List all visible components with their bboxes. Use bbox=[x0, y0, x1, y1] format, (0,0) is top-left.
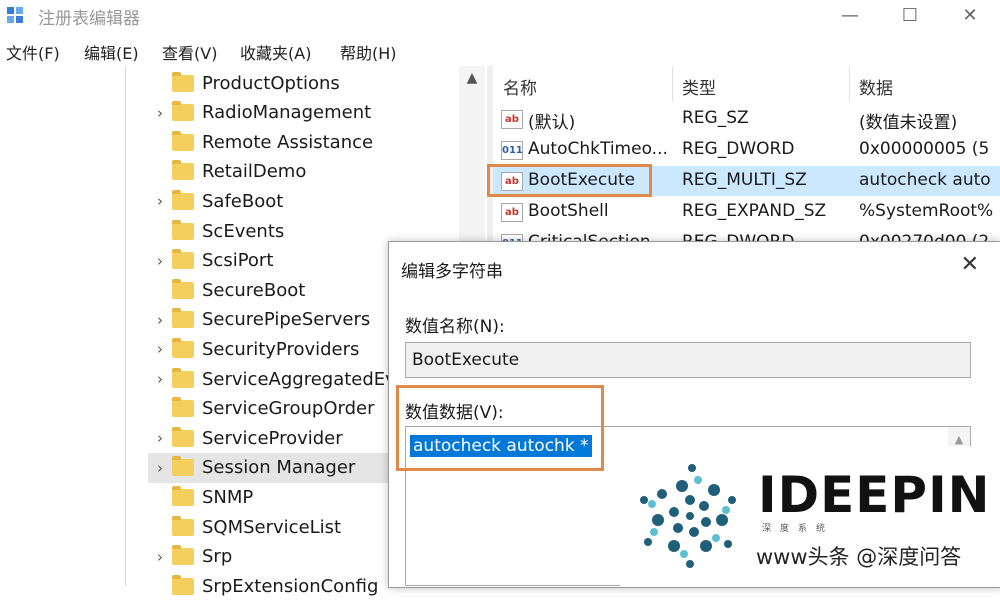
column-header-data[interactable]: 数据 bbox=[859, 74, 893, 99]
value-name-label: 数值名称(N): bbox=[405, 317, 505, 337]
title-bar: 注册表编辑器 — ☐ ✕ bbox=[0, 0, 1000, 30]
value-type-cell: REG_DWORD bbox=[682, 139, 795, 159]
tree-node-label: ServiceGroupOrder bbox=[202, 398, 375, 420]
value-data-highlight-box bbox=[396, 385, 604, 471]
value-type-cell: REG_MULTI_SZ bbox=[682, 170, 807, 190]
value-name-cell: BootShell bbox=[528, 201, 609, 221]
value-name-field[interactable]: BootExecute bbox=[405, 342, 971, 378]
expand-arrow-icon[interactable]: › bbox=[148, 370, 172, 388]
value-data-cell: %SystemRoot% bbox=[859, 201, 994, 221]
tree-node-label: SNMP bbox=[202, 486, 254, 508]
value-data-cell: autocheck auto bbox=[859, 170, 991, 190]
scroll-up-icon[interactable]: ▲ bbox=[459, 70, 485, 86]
menu-edit[interactable]: 编辑(E) bbox=[84, 40, 139, 64]
dialog-title: 编辑多字符串 bbox=[401, 262, 503, 282]
folder-icon bbox=[172, 160, 194, 181]
value-name-cell: (默认) bbox=[528, 113, 576, 133]
bootexecute-highlight-box bbox=[487, 164, 652, 197]
folder-icon bbox=[172, 397, 194, 418]
column-divider[interactable] bbox=[672, 66, 673, 102]
folder-icon bbox=[172, 189, 194, 210]
tree-node[interactable]: › RadioManagement bbox=[148, 98, 483, 128]
menu-view[interactable]: 查看(V) bbox=[162, 40, 217, 64]
folder-icon bbox=[172, 574, 194, 595]
value-data-cell: 0x00000005 (5 bbox=[859, 139, 990, 159]
tree-node[interactable]: ProductOptions bbox=[148, 68, 483, 98]
expand-arrow-icon[interactable]: › bbox=[148, 429, 172, 447]
tree-node-label: ServiceAggregatedEv bbox=[202, 368, 396, 390]
folder-icon bbox=[172, 71, 194, 92]
tree-node-label: Remote Assistance bbox=[202, 131, 374, 153]
folder-icon bbox=[172, 278, 194, 299]
folder-icon bbox=[172, 485, 194, 506]
tree-node-label: SQMServiceList bbox=[202, 516, 342, 538]
folder-icon bbox=[172, 426, 194, 447]
ideepin-watermark: IDEEPIN 深度系统 www头条 @深度问答 bbox=[620, 446, 1000, 586]
expand-arrow-icon[interactable]: › bbox=[148, 104, 172, 122]
value-row[interactable]: ab (默认) REG_SZ (数值未设置) bbox=[493, 104, 1000, 134]
column-header-type[interactable]: 类型 bbox=[682, 74, 716, 99]
column-divider[interactable] bbox=[849, 66, 850, 102]
expand-arrow-icon[interactable]: › bbox=[148, 311, 172, 329]
tree-node-label: SecurityProviders bbox=[202, 338, 360, 360]
expand-arrow-icon[interactable]: › bbox=[148, 252, 172, 270]
tree-node-label: Srp bbox=[202, 546, 233, 568]
brand-wordmark: IDEEPIN bbox=[758, 466, 991, 524]
expand-arrow-icon[interactable]: › bbox=[148, 192, 172, 210]
value-data-cell: (数值未设置) bbox=[859, 113, 958, 133]
menu-help[interactable]: 帮助(H) bbox=[340, 40, 397, 64]
window-title: 注册表编辑器 bbox=[38, 9, 140, 29]
expand-arrow-icon[interactable]: › bbox=[148, 548, 172, 566]
tree-node-label: ServiceProvider bbox=[202, 427, 343, 449]
tree-node[interactable]: › SafeBoot bbox=[148, 186, 483, 216]
brand-subtext: 深度系统 bbox=[762, 524, 835, 534]
menu-favorites[interactable]: 收藏夹(A) bbox=[240, 40, 311, 64]
folder-icon bbox=[172, 367, 194, 388]
tree-node-label: Session Manager bbox=[202, 457, 356, 479]
folder-icon bbox=[172, 249, 194, 270]
tree-node[interactable]: RetailDemo bbox=[148, 157, 483, 187]
tree-node-label: SecurePipeServers bbox=[202, 309, 371, 331]
minimize-button[interactable]: — bbox=[820, 0, 880, 30]
value-name-text: BootExecute bbox=[412, 350, 520, 370]
folder-icon bbox=[172, 456, 194, 477]
tree-guide-line bbox=[125, 66, 126, 586]
tree-node-label: ProductOptions bbox=[202, 72, 340, 94]
menu-bar: 文件(F) 编辑(E) 查看(V) 收藏夹(A) 帮助(H) bbox=[0, 36, 1000, 64]
watermark-credit: www头条 @深度问答 bbox=[756, 545, 962, 569]
tree-node-label: SrpExtensionConfig bbox=[202, 575, 379, 597]
tree-node-label: RetailDemo bbox=[202, 161, 307, 183]
tree-node-label: RadioManagement bbox=[202, 102, 372, 124]
regedit-app-icon bbox=[7, 7, 23, 23]
folder-icon bbox=[172, 130, 194, 151]
value-type-cell: REG_SZ bbox=[682, 108, 749, 128]
folder-icon bbox=[172, 219, 194, 240]
folder-icon bbox=[172, 515, 194, 536]
value-row[interactable]: ab BootShell REG_EXPAND_SZ %SystemRoot% bbox=[493, 197, 1000, 227]
dialog-close-icon[interactable]: ✕ bbox=[961, 252, 979, 277]
binary-value-icon: 011 bbox=[501, 141, 523, 160]
ideepin-spiral-logo-icon bbox=[640, 464, 736, 568]
tree-node-label: SafeBoot bbox=[202, 190, 284, 212]
string-value-icon: ab bbox=[501, 203, 523, 222]
tree-node-label: ScsiPort bbox=[202, 250, 274, 272]
tree-node-label: SecureBoot bbox=[202, 279, 306, 301]
menu-file[interactable]: 文件(F) bbox=[6, 40, 60, 64]
expand-arrow-icon[interactable]: › bbox=[148, 459, 172, 477]
textarea-scroll-up-icon[interactable]: ▲ bbox=[948, 433, 970, 446]
value-type-cell: REG_EXPAND_SZ bbox=[682, 201, 827, 221]
maximize-button[interactable]: ☐ bbox=[880, 0, 940, 30]
expand-arrow-icon[interactable]: › bbox=[148, 340, 172, 358]
value-name-cell: AutoChkTimeo... bbox=[528, 139, 668, 159]
folder-icon bbox=[172, 101, 194, 122]
string-value-icon: ab bbox=[501, 110, 523, 129]
close-button[interactable]: ✕ bbox=[940, 0, 1000, 30]
value-row[interactable]: 011 AutoChkTimeo... REG_DWORD 0x00000005 (5 bbox=[493, 135, 1000, 165]
column-header-name[interactable]: 名称 bbox=[503, 74, 537, 99]
tree-node-label: ScEvents bbox=[202, 220, 285, 242]
tree-node[interactable]: Remote Assistance bbox=[148, 127, 483, 157]
folder-icon bbox=[172, 545, 194, 566]
folder-icon bbox=[172, 337, 194, 358]
folder-icon bbox=[172, 308, 194, 329]
